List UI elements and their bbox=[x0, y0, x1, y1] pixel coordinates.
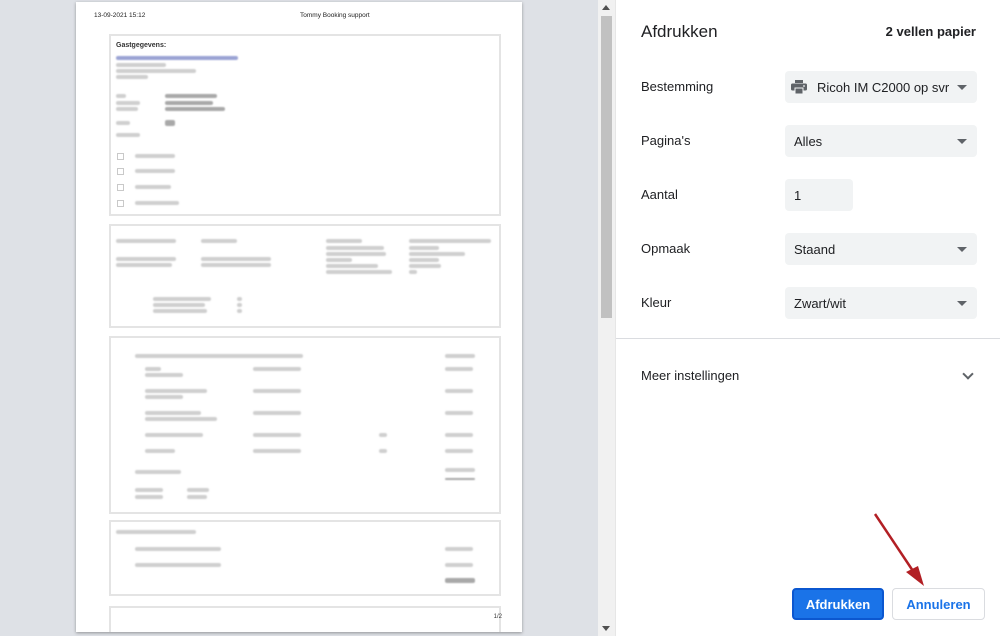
print-preview: 13-09-2021 15:12 Tommy Booking support G… bbox=[0, 0, 598, 636]
copies-input[interactable]: 1 bbox=[785, 179, 853, 211]
print-settings-panel: Afdrukken 2 vellen papier Bestemming Ric… bbox=[615, 0, 1000, 636]
printer-icon bbox=[791, 80, 807, 94]
divider bbox=[616, 338, 1000, 339]
chevron-down-icon bbox=[957, 85, 967, 90]
destination-select[interactable]: Ricoh IM C2000 op svr bbox=[785, 71, 977, 103]
pages-label: Pagina's bbox=[641, 133, 691, 148]
scroll-down-icon[interactable] bbox=[602, 626, 610, 631]
chevron-down-icon bbox=[957, 139, 967, 144]
color-select[interactable]: Zwart/wit bbox=[785, 287, 977, 319]
scroll-thumb[interactable] bbox=[601, 16, 612, 318]
print-button[interactable]: Afdrukken bbox=[792, 588, 884, 620]
more-settings-toggle[interactable]: Meer instellingen bbox=[641, 368, 739, 383]
guest-details-box: Gastgegevens: bbox=[109, 34, 501, 216]
destination-value: Ricoh IM C2000 op svr bbox=[817, 80, 950, 95]
pages-select[interactable]: Alles bbox=[785, 125, 977, 157]
panel-title: Afdrukken bbox=[641, 22, 718, 41]
chevron-down-icon bbox=[957, 301, 967, 306]
reservation-box bbox=[109, 224, 501, 328]
copies-value: 1 bbox=[794, 188, 802, 203]
guest-details-title: Gastgegevens: bbox=[116, 42, 167, 49]
pricing-box bbox=[109, 336, 501, 514]
pages-value: Alles bbox=[794, 134, 823, 149]
cancel-button[interactable]: Annuleren bbox=[892, 588, 985, 620]
color-label: Kleur bbox=[641, 295, 672, 310]
page-header-date: 13-09-2021 15:12 bbox=[94, 12, 146, 19]
layout-label: Opmaak bbox=[641, 241, 691, 256]
scroll-up-icon[interactable] bbox=[602, 5, 610, 10]
chevron-down-icon bbox=[957, 247, 967, 252]
page-header-title: Tommy Booking support bbox=[300, 12, 370, 19]
page-number: 1/2 bbox=[493, 614, 502, 620]
color-value: Zwart/wit bbox=[794, 296, 846, 311]
destination-label: Bestemming bbox=[641, 79, 714, 94]
sheet-count: 2 vellen papier bbox=[885, 24, 976, 39]
next-box bbox=[109, 606, 501, 632]
layout-value: Staand bbox=[794, 242, 836, 257]
copies-label: Aantal bbox=[641, 187, 678, 202]
layout-select[interactable]: Staand bbox=[785, 233, 977, 265]
chevron-down-icon[interactable] bbox=[962, 368, 974, 380]
payment-box bbox=[109, 520, 501, 596]
preview-scrollbar[interactable] bbox=[598, 0, 615, 636]
preview-page: 13-09-2021 15:12 Tommy Booking support G… bbox=[76, 2, 522, 632]
